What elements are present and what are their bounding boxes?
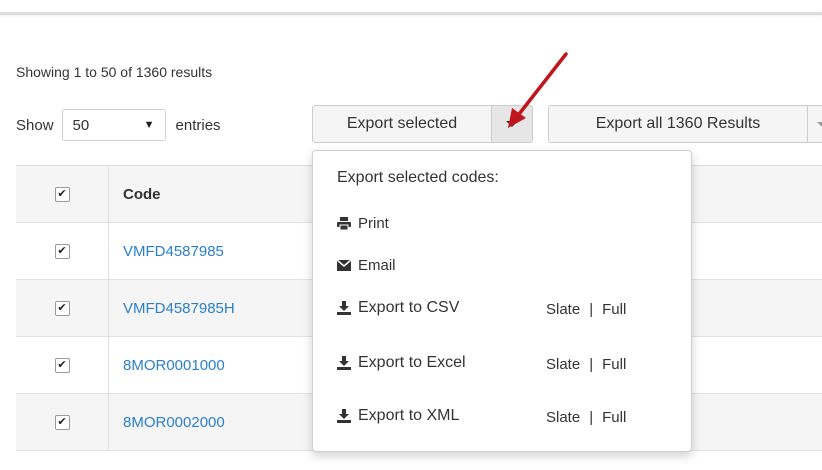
- menu-heading: Export selected codes:: [337, 169, 499, 186]
- separator: |: [589, 301, 594, 318]
- menu-item-export-csv[interactable]: Export to CSV: [337, 299, 459, 317]
- row-checkbox[interactable]: ✔: [54, 243, 70, 259]
- export-all-dropdown-toggle[interactable]: [807, 105, 822, 143]
- menu-item-email[interactable]: Email: [337, 257, 396, 274]
- separator: |: [589, 409, 594, 426]
- code-link[interactable]: VMFD4587985H: [123, 300, 235, 317]
- top-bar: [0, 0, 822, 15]
- export-selected-menu: Export selected codes: Print Email Expor…: [312, 150, 692, 452]
- xml-format-links: Slate | Full: [546, 409, 626, 426]
- page-length-value: 50: [72, 116, 90, 134]
- menu-item-label: Export to CSV: [358, 299, 460, 316]
- entries-label: entries: [175, 116, 221, 134]
- caret-down-icon: ▼: [143, 119, 155, 131]
- results-summary: Showing 1 to 50 of 1360 results: [16, 64, 213, 80]
- select-all-cell: ✔: [16, 166, 109, 222]
- row-checkbox[interactable]: ✔: [54, 357, 70, 373]
- export-selected-button[interactable]: Export selected: [312, 105, 492, 143]
- csv-format-links: Slate | Full: [546, 301, 626, 318]
- print-icon: [337, 217, 351, 231]
- menu-item-label: Email: [358, 257, 396, 274]
- menu-item-label: Export to XML: [358, 407, 460, 424]
- caret-down-icon: [506, 121, 518, 127]
- xml-slate-link[interactable]: Slate: [546, 409, 580, 426]
- csv-slate-link[interactable]: Slate: [546, 301, 580, 318]
- show-label: Show: [16, 116, 54, 134]
- menu-item-print[interactable]: Print: [337, 215, 389, 232]
- page-length-control: Show 50 ▼ entries: [16, 108, 221, 142]
- row-checkbox[interactable]: ✔: [54, 414, 70, 430]
- xml-full-link[interactable]: Full: [602, 409, 626, 426]
- code-link[interactable]: VMFD4587985: [123, 243, 224, 260]
- menu-item-label: Export to Excel: [358, 354, 466, 371]
- select-all-checkbox[interactable]: ✔: [54, 186, 70, 202]
- envelope-icon: [337, 259, 351, 273]
- caret-down-icon: [817, 121, 822, 127]
- page-length-select[interactable]: 50 ▼: [61, 109, 166, 141]
- excel-full-link[interactable]: Full: [602, 356, 626, 373]
- csv-full-link[interactable]: Full: [602, 301, 626, 318]
- excel-slate-link[interactable]: Slate: [546, 356, 580, 373]
- export-selected-group: Export selected: [312, 105, 533, 143]
- export-all-button[interactable]: Export all 1360 Results: [548, 105, 808, 143]
- menu-item-export-xml[interactable]: Export to XML: [337, 407, 459, 425]
- menu-item-export-excel[interactable]: Export to Excel: [337, 354, 466, 372]
- download-icon: [337, 409, 351, 423]
- code-link[interactable]: 8MOR0001000: [123, 357, 225, 374]
- export-selected-dropdown-toggle[interactable]: [491, 105, 533, 143]
- row-checkbox[interactable]: ✔: [54, 300, 70, 316]
- separator: |: [589, 356, 594, 373]
- download-icon: [337, 356, 351, 370]
- excel-format-links: Slate | Full: [546, 356, 626, 373]
- code-link[interactable]: 8MOR0002000: [123, 414, 225, 431]
- download-icon: [337, 301, 351, 315]
- menu-item-label: Print: [358, 215, 389, 232]
